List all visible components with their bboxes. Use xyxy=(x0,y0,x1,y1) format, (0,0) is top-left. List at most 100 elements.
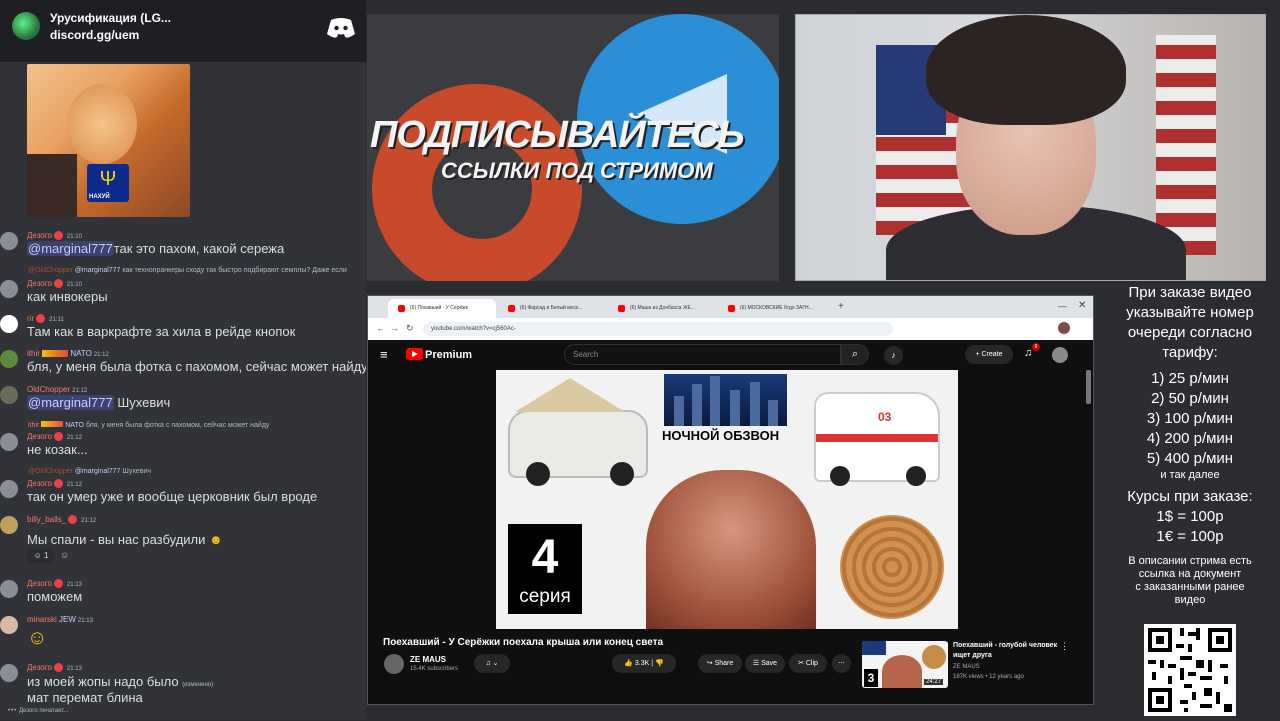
mic-icon[interactable]: ♪ xyxy=(884,346,903,365)
account-avatar[interactable] xyxy=(1052,347,1068,363)
related-video-title[interactable]: Поехавший - голубой человек ищет друга xyxy=(953,641,1063,661)
message-text: не козак... xyxy=(27,442,88,457)
minimize-button[interactable]: — xyxy=(1058,301,1067,311)
new-tab-button[interactable]: + xyxy=(838,301,844,312)
promo-subtitle: ССЫЛКИ ПОД СТРИМОМ xyxy=(441,158,713,183)
avatar[interactable] xyxy=(0,664,18,682)
desc-line: с заказанными ранее xyxy=(1135,581,1245,593)
back-icon[interactable]: ← xyxy=(376,323,385,333)
reaction-button[interactable]: ☺ 1 xyxy=(27,549,55,563)
episode-badge: 4 серия xyxy=(508,524,582,614)
avatar[interactable] xyxy=(0,350,18,368)
url-field[interactable]: youtube.com/watch?v=cj560Ac- xyxy=(423,322,893,336)
avatar[interactable] xyxy=(0,315,18,333)
message-author[interactable]: OldChopper 21:12 xyxy=(27,385,87,394)
desc-line: В описании стрима есть xyxy=(1128,555,1252,567)
avatar[interactable] xyxy=(0,616,18,634)
avatar[interactable] xyxy=(0,232,18,250)
discord-logo-icon xyxy=(327,18,355,38)
typing-indicator: ••• Дезого печатает... xyxy=(8,708,69,714)
rates-heading: Курсы при заказе: xyxy=(1127,488,1253,505)
browser-window: (6) Похавший · У Серёжк (6) Фарсад и Бел… xyxy=(367,295,1094,705)
message-text: @marginal777 Шухевич xyxy=(27,395,171,410)
reply-preview[interactable]: @OldChopper @marginal777 Шухевич xyxy=(28,468,151,475)
message-author[interactable]: rir 21:11 xyxy=(27,314,64,324)
create-button[interactable]: + Create xyxy=(965,345,1013,364)
message-author[interactable]: minarski JEW 21:13 xyxy=(27,615,93,624)
thumb-ambulance: 03 xyxy=(814,392,940,486)
forward-icon[interactable]: → xyxy=(390,323,399,333)
avatar[interactable] xyxy=(0,480,18,498)
more-actions-button[interactable]: ⋯ xyxy=(832,654,851,673)
youtube-logo-icon[interactable] xyxy=(406,348,423,360)
tariff-item: 5) 400 р/мин xyxy=(1146,450,1234,467)
scrollbar[interactable] xyxy=(1086,370,1091,404)
message-text: мат перемат блина xyxy=(27,690,143,705)
promo-title: ПОДПИСЫВАЙТЕСЬ xyxy=(370,114,745,156)
subscriber-count: 15.4K subscribers xyxy=(410,666,459,672)
tariff-item: 3) 100 р/мин xyxy=(1146,410,1234,427)
message-author[interactable]: billy_balls_ 21:12 xyxy=(27,515,96,525)
mention[interactable]: @marginal777 xyxy=(27,241,114,256)
youtube-header: ≡ Premium Search ⌕ ♪ + Create ♫ 9 xyxy=(368,340,1093,370)
profile-avatar[interactable] xyxy=(1058,322,1070,334)
search-input[interactable]: Search xyxy=(564,344,841,365)
discord-server-header[interactable]: Урусификация (LG... discord.gg/uem xyxy=(0,0,366,62)
menu-icon[interactable]: ≡ xyxy=(380,347,388,362)
message-author[interactable]: ithir NATO 21:12 xyxy=(27,349,109,358)
reload-icon[interactable]: ↻ xyxy=(406,323,414,334)
tariff-item: 1) 25 р/мин xyxy=(1151,370,1229,387)
video-player[interactable]: НОЧНОЙ ОБЗВОН 03 4 серия xyxy=(496,370,958,629)
thumb-city xyxy=(664,374,787,426)
close-window-button[interactable]: ✕ xyxy=(1078,300,1086,311)
reaction-emoji-icon: ☺ xyxy=(33,551,42,560)
message-text: так он умер уже и вообще церковник был в… xyxy=(27,489,318,504)
reply-preview[interactable]: @OldChopper @marginal777 как технопранке… xyxy=(28,267,347,274)
browser-tab[interactable]: (6) Фарсад и Белый моск... xyxy=(498,299,606,318)
message-author[interactable]: Дезого 21:13 xyxy=(27,663,82,673)
qr-code[interactable] xyxy=(1144,624,1236,716)
youtube-brand[interactable]: Premium xyxy=(425,349,472,361)
cat-image-attachment[interactable]: Ψ НАХУЙ xyxy=(27,64,190,217)
notifications-icon[interactable]: ♫ xyxy=(1024,347,1032,359)
search-button[interactable]: ⌕ xyxy=(841,344,869,365)
message-author[interactable]: Дезого 21:12 xyxy=(27,432,82,442)
message-author[interactable]: Дезого 21:13 xyxy=(27,579,82,589)
add-reaction-icon[interactable]: ☺ xyxy=(60,550,69,560)
message-author[interactable]: Дезого 21:10 xyxy=(27,231,82,241)
related-more-icon[interactable]: ⋮ xyxy=(1060,641,1069,652)
channel-avatar[interactable] xyxy=(384,654,404,674)
reply-preview[interactable]: ithir NATO бля, у меня была фотка с пахо… xyxy=(28,421,269,429)
subscribe-bell-button[interactable]: ♫ ⌄ xyxy=(474,654,510,673)
tariff-etc: и так далее xyxy=(1160,469,1220,481)
avatar[interactable] xyxy=(0,433,18,451)
tab-bar: (6) Похавший · У Серёжк (6) Фарсад и Бел… xyxy=(368,296,1093,318)
video-title: Поехавший - У Серёжки поехала крыша или … xyxy=(383,637,664,648)
share-button[interactable]: ↪ Share xyxy=(698,654,742,673)
related-video-thumbnail[interactable]: 3 24:27 xyxy=(862,641,948,688)
browser-tab[interactable]: (6) Похавший · У Серёжк xyxy=(388,299,496,318)
mention[interactable]: @marginal777 xyxy=(27,395,114,410)
invite-link[interactable]: discord.gg/uem xyxy=(50,28,139,42)
rate-item: 1€ = 100р xyxy=(1156,528,1224,545)
message-text: бля, у меня была фотка с пахомом, сейчас… xyxy=(27,359,366,374)
channel-name[interactable]: ZE MAUS xyxy=(410,655,446,664)
browser-tab[interactable]: (6) МОСКОВСКИЕ бтдо ЗАГН... xyxy=(718,299,826,318)
avatar[interactable] xyxy=(0,280,18,298)
thumb-caption: НОЧНОЙ ОБЗВОН xyxy=(662,428,780,443)
thumb-car xyxy=(508,378,648,486)
avatar[interactable] xyxy=(0,516,18,534)
like-button[interactable]: 👍 3.3K | 👎 xyxy=(612,654,676,673)
message-author[interactable]: Дезого 21:10 xyxy=(27,279,82,289)
avatar[interactable] xyxy=(0,386,18,404)
avatar[interactable] xyxy=(0,580,18,598)
discord-chat-panel: Ψ НАХУЙ Дезого 21:10 @marginal777так это … xyxy=(0,0,366,720)
clip-button[interactable]: ✂ Clip xyxy=(789,654,827,673)
webcam-feed xyxy=(795,14,1266,281)
notification-badge: 9 xyxy=(1032,343,1040,351)
thumb-man xyxy=(646,470,816,629)
message-author[interactable]: Дезого 21:12 xyxy=(27,479,82,489)
save-button[interactable]: ☰ Save xyxy=(745,654,785,673)
browser-tab[interactable]: (6) Маша из Донбасса ЖЕ... xyxy=(608,299,716,318)
cat-image-caption: НАХУЙ xyxy=(89,194,110,200)
